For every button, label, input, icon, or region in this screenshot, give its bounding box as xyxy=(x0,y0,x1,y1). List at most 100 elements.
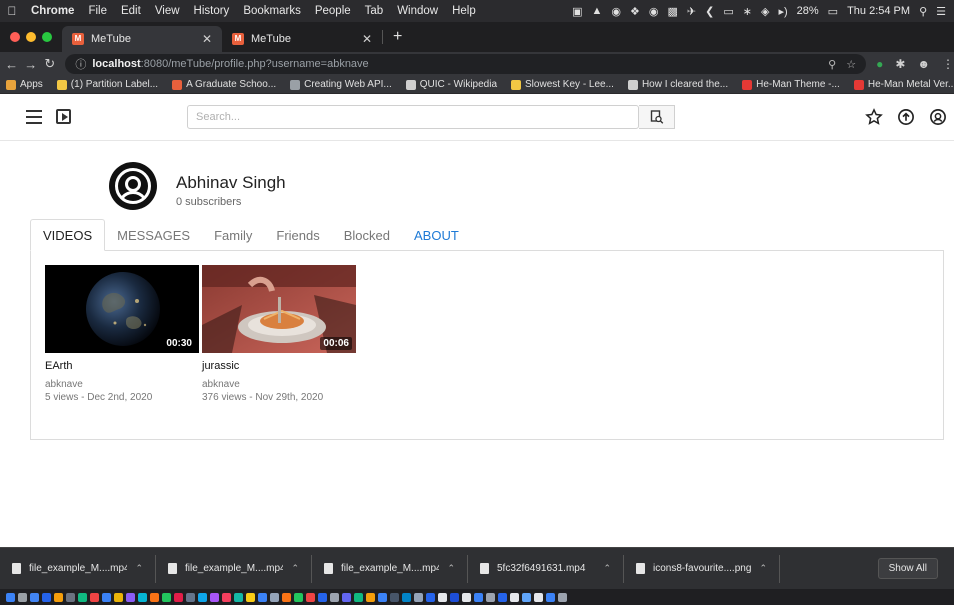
dock-app-icon[interactable] xyxy=(378,592,387,602)
minimize-window-button[interactable] xyxy=(26,32,36,42)
menu-bookmarks[interactable]: Bookmarks xyxy=(236,5,308,17)
chevron-up-icon[interactable]: ⌃ xyxy=(291,563,299,574)
search-input[interactable] xyxy=(187,105,639,129)
dock-app-icon[interactable] xyxy=(402,592,411,602)
dock-app-icon[interactable] xyxy=(174,592,183,602)
show-all-downloads-button[interactable]: Show All xyxy=(877,558,938,579)
dock-app-icon[interactable] xyxy=(18,592,27,602)
dock-app-icon[interactable] xyxy=(438,592,447,602)
dock-app-icon[interactable] xyxy=(522,592,531,602)
dock-app-icon[interactable] xyxy=(210,592,219,602)
dock-app-icon[interactable] xyxy=(474,592,483,602)
browser-tab-metube-2[interactable]: M MeTube ✕ xyxy=(222,26,382,52)
dock-app-icon[interactable] xyxy=(342,592,351,602)
zoom-icon[interactable]: ⚲ xyxy=(828,58,836,71)
menu-window[interactable]: Window xyxy=(390,5,445,17)
dock-app-icon[interactable] xyxy=(54,592,63,602)
video-uploader[interactable]: abknave xyxy=(45,379,199,390)
wifi-icon[interactable]: ◈ xyxy=(761,5,769,18)
battery-percent[interactable]: 28% xyxy=(797,5,819,17)
grammarly-extension-icon[interactable]: ● xyxy=(876,57,883,71)
status-app-icon[interactable]: ▩ xyxy=(668,5,678,18)
chevron-up-icon[interactable]: ⌃ xyxy=(135,563,143,574)
finder-icon[interactable] xyxy=(6,592,15,602)
menu-people[interactable]: People xyxy=(308,5,358,17)
video-thumbnail-earth[interactable]: 00:30 xyxy=(45,265,199,353)
close-window-button[interactable] xyxy=(10,32,20,42)
dock-app-icon[interactable] xyxy=(510,592,519,602)
chevron-up-icon[interactable]: ⌃ xyxy=(447,563,455,574)
airplay-icon[interactable]: ▭ xyxy=(723,5,733,18)
video-title[interactable]: EArth xyxy=(45,360,199,372)
dock-app-icon[interactable] xyxy=(198,592,207,602)
tab-about[interactable]: ABOUT xyxy=(402,219,471,251)
dock-app-icon[interactable] xyxy=(462,592,471,602)
video-title[interactable]: jurassic xyxy=(202,360,356,372)
tab-family[interactable]: Family xyxy=(202,219,264,251)
dock-app-icon[interactable] xyxy=(354,592,363,602)
bookmark-slowest-key[interactable]: Slowest Key - Lee... xyxy=(511,79,614,90)
dock-app-icon[interactable] xyxy=(450,592,459,602)
menu-help[interactable]: Help xyxy=(445,5,483,17)
forward-arrow-icon[interactable]: → xyxy=(23,57,38,72)
dock-app-icon[interactable] xyxy=(246,592,255,602)
dock-app-icon[interactable] xyxy=(234,592,243,602)
video-thumbnail-jurassic[interactable]: 00:06 xyxy=(202,265,356,353)
extensions-puzzle-icon[interactable]: ✱ xyxy=(895,57,905,71)
dock-app-icon[interactable] xyxy=(66,592,75,602)
chevron-up-icon[interactable]: ⌃ xyxy=(603,563,611,574)
spotlight-search-icon[interactable]: ⚲ xyxy=(919,5,927,18)
new-tab-button[interactable]: + xyxy=(383,28,412,46)
menu-tab[interactable]: Tab xyxy=(358,5,391,17)
dock-app-icon[interactable] xyxy=(186,592,195,602)
dock-app-icon[interactable] xyxy=(306,592,315,602)
favorites-star-icon[interactable] xyxy=(864,107,884,127)
tab-blocked[interactable]: Blocked xyxy=(332,219,402,251)
dock-app-icon[interactable] xyxy=(282,592,291,602)
status-app-icon[interactable]: ◉ xyxy=(649,5,659,18)
chevron-up-icon[interactable]: ⌃ xyxy=(759,563,767,574)
trash-icon[interactable] xyxy=(558,592,567,602)
video-card[interactable]: 00:30 EArth abknave 5 views - Dec 2nd, 2… xyxy=(45,265,199,403)
apple-menu-icon[interactable]:  xyxy=(0,4,24,18)
dock-app-icon[interactable] xyxy=(222,592,231,602)
menu-app-name[interactable]: Chrome xyxy=(24,5,81,17)
battery-icon[interactable]: ▭ xyxy=(828,5,838,18)
dock-app-icon[interactable] xyxy=(90,592,99,602)
dock-app-icon[interactable] xyxy=(390,592,399,602)
dock-app-icon[interactable] xyxy=(78,592,87,602)
search-button[interactable] xyxy=(639,105,675,129)
dock-app-icon[interactable] xyxy=(330,592,339,602)
status-app-icon[interactable]: ❖ xyxy=(630,5,640,18)
dock-app-icon[interactable] xyxy=(30,592,39,602)
close-tab-icon[interactable]: ✕ xyxy=(202,32,212,46)
avatar[interactable] xyxy=(108,161,158,211)
download-item[interactable]: file_example_M....mp4 ⌃ xyxy=(0,554,156,583)
download-item[interactable]: 5fc32f6491631.mp4 ⌃ xyxy=(468,554,624,583)
user-account-icon[interactable] xyxy=(928,107,948,127)
volume-icon[interactable]: ▸) xyxy=(778,5,787,18)
bookmark-he-man-theme[interactable]: He-Man Theme -... xyxy=(742,79,840,90)
dock-app-icon[interactable] xyxy=(114,592,123,602)
bookmark-quic-wikipedia[interactable]: QUIC - Wikipedia xyxy=(405,79,497,90)
metube-logo-icon[interactable] xyxy=(56,109,71,124)
menu-edit[interactable]: Edit xyxy=(114,5,148,17)
tab-friends[interactable]: Friends xyxy=(264,219,331,251)
dock-app-icon[interactable] xyxy=(498,592,507,602)
dock-app-icon[interactable] xyxy=(318,592,327,602)
dock-app-icon[interactable] xyxy=(126,592,135,602)
bookmark-he-man-metal[interactable]: He-Man Metal Ver... xyxy=(853,79,954,90)
bookmark-web-api[interactable]: Creating Web API... xyxy=(290,79,392,90)
dock-app-icon[interactable] xyxy=(162,592,171,602)
bookmark-graduate-school[interactable]: A Graduate Schoo... xyxy=(172,79,276,90)
menu-file[interactable]: File xyxy=(81,5,114,17)
video-uploader[interactable]: abknave xyxy=(202,379,356,390)
download-item[interactable]: icons8-favourite....png ⌃ xyxy=(624,554,780,583)
bluetooth-icon[interactable]: ∗ xyxy=(743,5,752,18)
profile-extension-icon[interactable]: ☻ xyxy=(917,57,930,71)
dock-app-icon[interactable] xyxy=(426,592,435,602)
dock-app-icon[interactable] xyxy=(294,592,303,602)
bookmark-partition-label[interactable]: (1) Partition Label... xyxy=(56,79,158,90)
zoom-window-button[interactable] xyxy=(42,32,52,42)
bookmark-star-icon[interactable]: ☆ xyxy=(846,58,856,71)
